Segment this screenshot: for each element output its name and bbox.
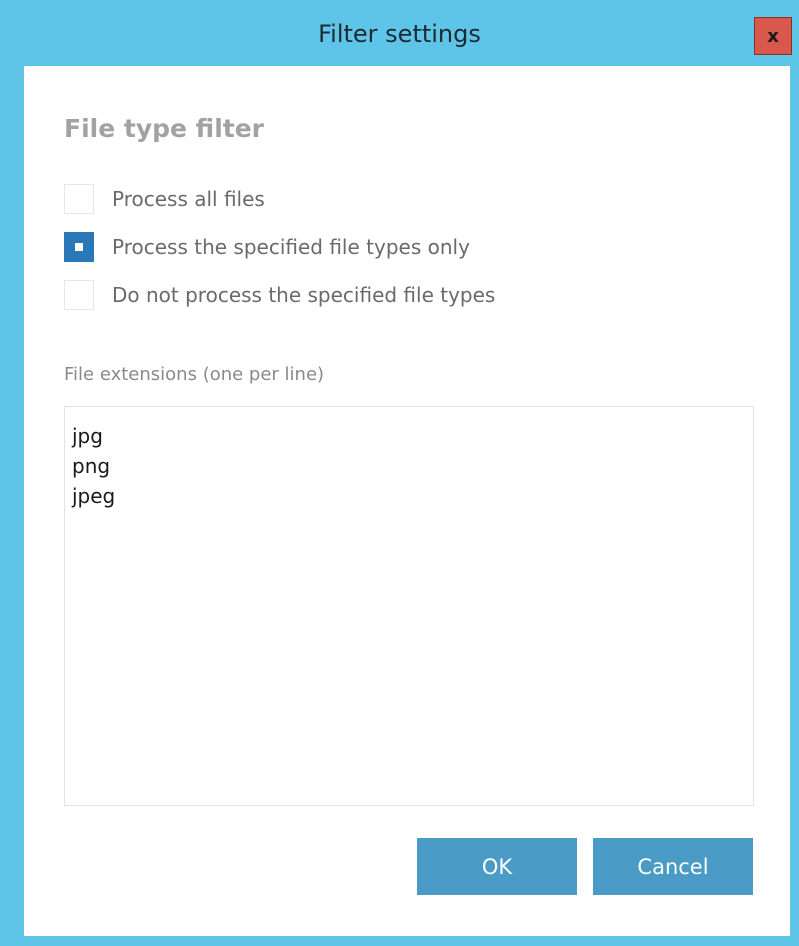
extensions-label: File extensions (one per line) xyxy=(64,364,325,385)
option-do-not-process-specified[interactable]: Do not process the specified file types xyxy=(64,278,495,312)
extension-line: jpeg xyxy=(72,484,116,508)
option-label: Process all files xyxy=(112,187,265,211)
dialog-content: File type filter Process all files Proce… xyxy=(24,66,790,936)
option-process-specified-only[interactable]: Process the specified file types only xyxy=(64,230,470,264)
ok-button[interactable]: OK xyxy=(417,838,577,895)
close-button[interactable]: x xyxy=(754,17,792,55)
extension-line: png xyxy=(72,454,111,478)
radio-process-specified-only[interactable] xyxy=(64,232,94,262)
option-label: Process the specified file types only xyxy=(112,235,470,259)
option-label: Do not process the specified file types xyxy=(112,283,496,307)
ok-button-label: OK xyxy=(481,854,513,879)
extensions-textarea[interactable]: jpg png jpeg xyxy=(64,406,754,806)
cancel-button[interactable]: Cancel xyxy=(593,838,753,895)
section-title: File type filter xyxy=(64,114,265,143)
extension-line: jpg xyxy=(72,424,103,448)
option-process-all-files[interactable]: Process all files xyxy=(64,182,265,216)
cancel-button-label: Cancel xyxy=(637,854,709,879)
radio-do-not-process-specified[interactable] xyxy=(64,280,94,310)
filter-settings-dialog: Filter settings x File type filter Proce… xyxy=(0,0,799,946)
window-title: Filter settings xyxy=(318,20,481,48)
title-bar[interactable]: Filter settings x xyxy=(0,0,799,66)
radio-process-all-files[interactable] xyxy=(64,184,94,214)
close-icon: x xyxy=(767,25,779,47)
